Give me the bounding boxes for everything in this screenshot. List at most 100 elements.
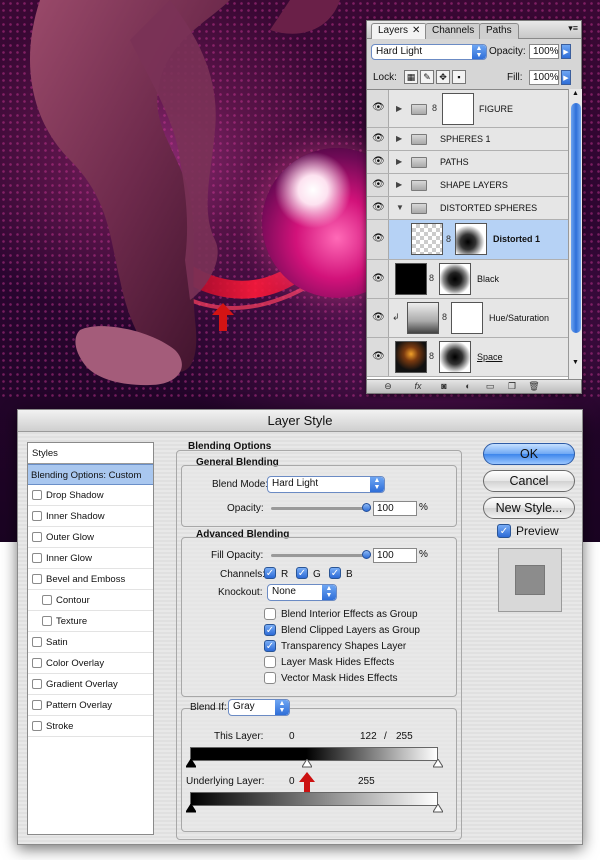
style-item-bevel-emboss[interactable]: Bevel and Emboss [28, 569, 153, 590]
style-item-stroke[interactable]: Stroke [28, 716, 153, 737]
style-item-gradient-overlay[interactable]: Gradient Overlay [28, 674, 153, 695]
lock-image-icon[interactable]: ✎ [420, 70, 434, 84]
trash-icon[interactable]: 🗑 [527, 381, 541, 392]
visibility-eye-icon[interactable]: 👁 [367, 151, 389, 173]
fill-opacity-slider-track[interactable] [271, 554, 371, 557]
close-icon[interactable]: ✕ [412, 25, 420, 36]
channel-g-checkbox[interactable]: ✓ [296, 567, 308, 579]
layer-row-paths[interactable]: 👁 ▶ PATHS [367, 151, 568, 174]
channel-r-checkbox[interactable]: ✓ [264, 567, 276, 579]
fill-opacity-slider-knob[interactable] [362, 550, 371, 559]
tab-channels[interactable]: Channels [425, 23, 482, 39]
expand-triangle-icon[interactable]: ▶ [396, 180, 402, 189]
style-checkbox[interactable] [32, 679, 42, 689]
layer-row-black[interactable]: 👁 8 Black [367, 260, 568, 299]
style-item-satin[interactable]: Satin [28, 632, 153, 653]
style-item-pattern-overlay[interactable]: Pattern Overlay [28, 695, 153, 716]
fill-opacity-field[interactable]: 100 [373, 548, 417, 563]
style-item-contour[interactable]: Contour [28, 590, 153, 611]
cancel-button[interactable]: Cancel [483, 470, 575, 492]
layer-row-spheres-1[interactable]: 👁 ▶ SPHERES 1 [367, 128, 568, 151]
layer-style-fx-icon[interactable]: fx [411, 381, 425, 392]
fill-field[interactable]: 100% [529, 70, 559, 85]
opacity-slider-track[interactable] [271, 507, 371, 510]
tab-paths[interactable]: Paths [479, 23, 519, 39]
style-checkbox[interactable] [32, 637, 42, 647]
visibility-eye-icon[interactable]: 👁 [367, 174, 389, 196]
blend-interior-checkbox[interactable] [264, 608, 276, 620]
underlying-gradient-bar[interactable] [190, 792, 438, 806]
tab-layers[interactable]: Layers ✕ [371, 23, 428, 39]
blend-clipped-checkbox[interactable]: ✓ [264, 624, 276, 636]
visibility-eye-icon[interactable]: 👁 [367, 128, 389, 150]
layer-row-hue-saturation[interactable]: 👁 ↲ 8 Hue/Saturation [367, 299, 568, 338]
style-checkbox[interactable] [32, 490, 42, 500]
layer-row-figure[interactable]: 👁 ▶ 8 FIGURE [367, 90, 568, 128]
visibility-eye-icon[interactable]: 👁 [367, 197, 389, 219]
panel-menu-icon[interactable]: ▾≡ [568, 23, 578, 34]
style-item-drop-shadow[interactable]: Drop Shadow [28, 485, 153, 506]
style-item-texture[interactable]: Texture [28, 611, 153, 632]
style-checkbox[interactable] [42, 595, 52, 605]
collapse-triangle-icon[interactable]: ▼ [396, 203, 404, 212]
preview-checkbox[interactable]: ✓ [497, 524, 511, 538]
this-layer-split-slider-icon[interactable] [302, 759, 312, 768]
knockout-select[interactable]: None ▲ ▼ [267, 584, 337, 601]
expand-triangle-icon[interactable]: ▶ [396, 104, 402, 113]
visibility-eye-icon[interactable]: 👁 [367, 220, 389, 259]
add-mask-icon[interactable]: ◙ [437, 381, 451, 392]
visibility-eye-icon[interactable]: 👁 [367, 338, 389, 376]
scroll-thumb[interactable] [571, 103, 581, 333]
visibility-eye-icon[interactable]: 👁 [367, 299, 389, 337]
opacity-slider-knob[interactable] [362, 503, 371, 512]
scroll-up-icon[interactable]: ▲ [572, 90, 579, 97]
layer-row-shape-layers[interactable]: 👁 ▶ SHAPE LAYERS [367, 174, 568, 197]
layer-opacity-field[interactable]: 100% [529, 44, 559, 59]
new-group-icon[interactable]: ▭ [483, 381, 497, 392]
fill-slider-button[interactable]: ▶ [561, 70, 571, 85]
style-checkbox[interactable] [32, 511, 42, 521]
layer-mask-hides-checkbox[interactable] [264, 656, 276, 668]
vector-mask-hides-checkbox[interactable] [264, 672, 276, 684]
style-checkbox[interactable] [32, 532, 42, 542]
ok-button[interactable]: OK [483, 443, 575, 465]
transparency-shapes-checkbox[interactable]: ✓ [264, 640, 276, 652]
underlying-white-slider-icon[interactable] [433, 804, 443, 813]
this-layer-black-slider-icon[interactable] [186, 759, 196, 768]
layer-blend-mode-select[interactable]: Hard Light ▲ ▼ [371, 44, 487, 60]
link-layers-icon[interactable]: ⊖ [381, 381, 395, 392]
lock-transparency-icon[interactable]: ▦ [404, 70, 418, 84]
lock-all-icon[interactable]: ▪ [452, 70, 466, 84]
visibility-eye-icon[interactable]: 👁 [367, 260, 389, 298]
styles-header[interactable]: Styles [28, 443, 153, 464]
adjustment-layer-icon[interactable]: ◐ [461, 381, 475, 392]
layer-row-distorted-1[interactable]: 👁 8 Distorted 1 [367, 220, 568, 260]
opacity-field[interactable]: 100 [373, 501, 417, 516]
style-checkbox[interactable] [32, 700, 42, 710]
channel-b-checkbox[interactable]: ✓ [329, 567, 341, 579]
lock-position-icon[interactable]: ✥ [436, 70, 450, 84]
style-item-color-overlay[interactable]: Color Overlay [28, 653, 153, 674]
expand-triangle-icon[interactable]: ▶ [396, 134, 402, 143]
layer-row-space[interactable]: 👁 8 Space [367, 338, 568, 377]
blend-if-select[interactable]: Gray ▲ ▼ [228, 699, 290, 716]
style-item-inner-glow[interactable]: Inner Glow [28, 548, 153, 569]
style-checkbox[interactable] [32, 721, 42, 731]
layers-scrollbar[interactable]: ▲ ▼ [568, 89, 582, 379]
style-checkbox[interactable] [42, 616, 52, 626]
style-item-outer-glow[interactable]: Outer Glow [28, 527, 153, 548]
new-layer-icon[interactable]: ❐ [505, 381, 519, 392]
style-item-blending-options[interactable]: Blending Options: Custom [28, 464, 153, 485]
style-checkbox[interactable] [32, 574, 42, 584]
new-style-button[interactable]: New Style... [483, 497, 575, 519]
expand-triangle-icon[interactable]: ▶ [396, 157, 402, 166]
blend-mode-select[interactable]: Hard Light ▲ ▼ [267, 476, 385, 493]
this-layer-white-slider-icon[interactable] [433, 759, 443, 768]
layer-row-distorted-spheres[interactable]: 👁 ▼ DISTORTED SPHERES [367, 197, 568, 220]
underlying-black-slider-icon[interactable] [186, 804, 196, 813]
scroll-down-icon[interactable]: ▼ [572, 359, 579, 366]
opacity-slider-button[interactable]: ▶ [561, 44, 571, 59]
this-layer-gradient-bar[interactable] [190, 747, 438, 761]
style-checkbox[interactable] [32, 658, 42, 668]
style-checkbox[interactable] [32, 553, 42, 563]
